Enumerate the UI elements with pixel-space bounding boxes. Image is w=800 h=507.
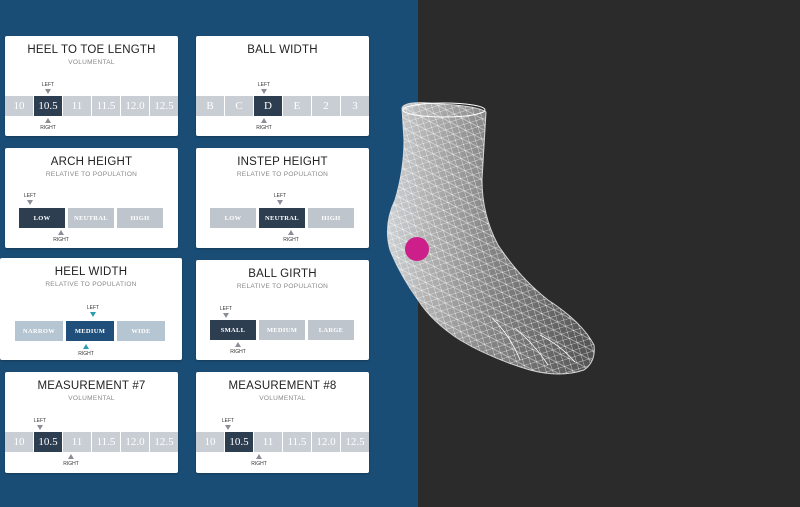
- pink-hotspot-marker-icon[interactable]: [405, 237, 429, 261]
- wireframe-foot-3d-model-icon[interactable]: [0, 0, 800, 507]
